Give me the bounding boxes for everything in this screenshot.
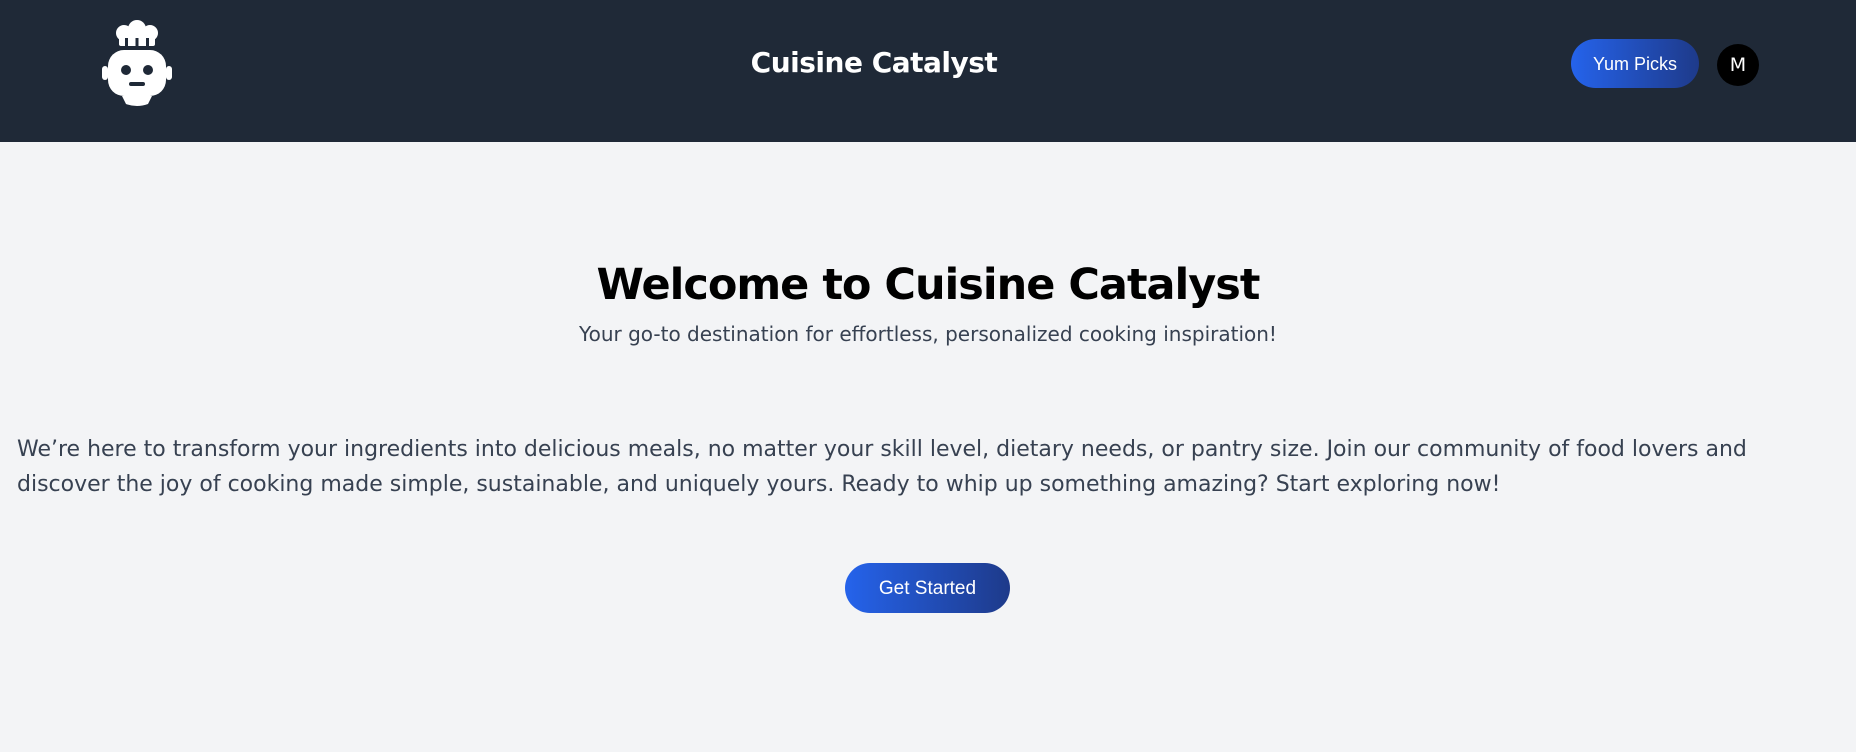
yum-picks-button[interactable]: Yum Picks: [1571, 39, 1699, 88]
get-started-button[interactable]: Get Started: [845, 563, 1010, 613]
user-avatar[interactable]: M: [1717, 44, 1759, 86]
top-header: Cuisine Catalyst Yum Picks M: [0, 0, 1856, 142]
hero-title: Welcome to Cuisine Catalyst: [596, 260, 1261, 310]
app-title: Cuisine Catalyst: [750, 46, 998, 79]
hero-description: We’re here to transform your ingredients…: [17, 437, 1747, 497]
hero-subtitle: Your go-to destination for effortless, p…: [579, 322, 1277, 346]
